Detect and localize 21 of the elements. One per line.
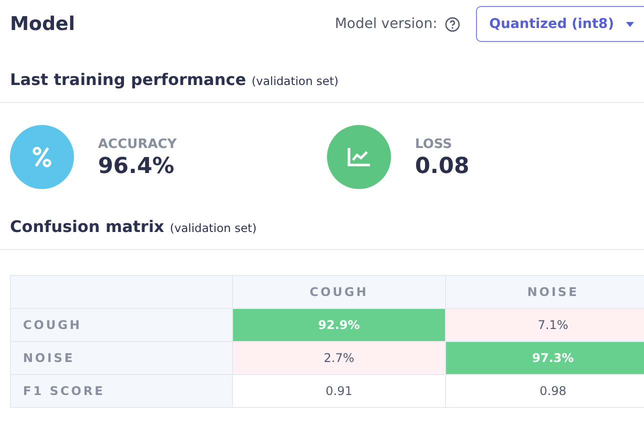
section-heading: Confusion matrix (validation set) bbox=[10, 216, 258, 238]
matrix-cell: 97.3% bbox=[446, 342, 644, 375]
matrix-cell: 2.7% bbox=[232, 342, 446, 375]
metric-value: 96.4% bbox=[98, 154, 176, 180]
column-header: COUGH bbox=[232, 276, 446, 309]
caret-icon bbox=[626, 22, 634, 27]
version-dropdown[interactable]: Quantized (int8) bbox=[476, 6, 644, 42]
help-icon[interactable] bbox=[445, 16, 460, 32]
column-header: NOISE bbox=[446, 276, 644, 309]
version-label: Model version: bbox=[334, 14, 438, 34]
matrix-cell: 7.1% bbox=[446, 308, 644, 342]
row-header: F1 SCORE bbox=[10, 374, 232, 408]
section-heading: Last training performance (validation set) bbox=[10, 69, 340, 92]
row-header: COUGH bbox=[10, 308, 232, 342]
matrix-cell: 92.9% bbox=[232, 308, 446, 342]
f1-cell: 0.91 bbox=[232, 374, 446, 408]
row-header: NOISE bbox=[10, 342, 232, 375]
metric-label: ACCURACY bbox=[98, 136, 177, 154]
page-title: Model bbox=[10, 12, 75, 37]
metric-value: 0.08 bbox=[415, 154, 470, 180]
metric-label: LOSS bbox=[415, 136, 454, 154]
